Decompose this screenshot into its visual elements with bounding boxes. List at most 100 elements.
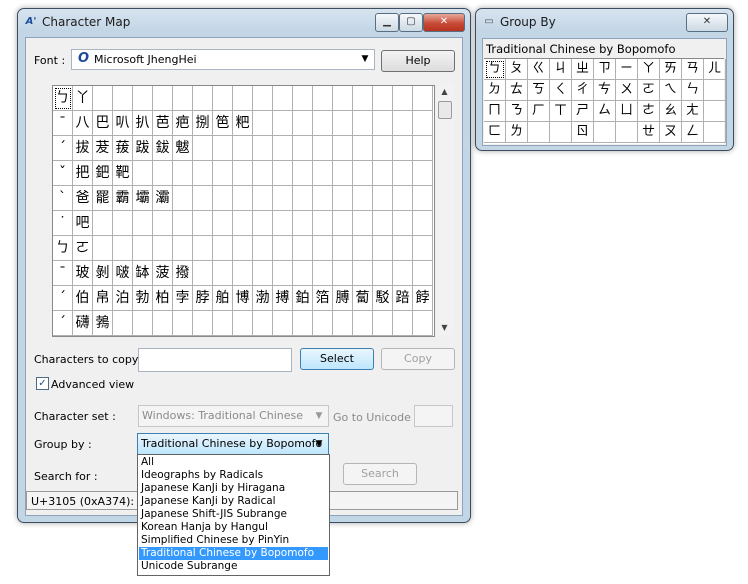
char-cell[interactable]: [113, 311, 133, 336]
group-by-title-bar[interactable]: ▭ Group By ✕: [476, 9, 733, 35]
char-cell[interactable]: [293, 186, 313, 211]
char-cell[interactable]: ㄅ: [53, 86, 73, 111]
char-cell[interactable]: [353, 111, 373, 136]
char-cell[interactable]: 灞: [153, 186, 173, 211]
char-cell[interactable]: [373, 211, 393, 236]
bopomofo-cell[interactable]: ㄡ: [660, 122, 682, 143]
char-cell[interactable]: ㄅ: [53, 236, 73, 261]
char-cell[interactable]: [353, 236, 373, 261]
char-cell[interactable]: [113, 236, 133, 261]
bopomofo-cell[interactable]: ㄌ: [506, 122, 528, 143]
bopomofo-cell[interactable]: ㄖ: [572, 122, 594, 143]
dropdown-option[interactable]: Traditional Chinese by Bopomofo: [139, 547, 328, 560]
char-cell[interactable]: [193, 211, 213, 236]
advanced-view-checkbox[interactable]: ✓: [36, 377, 49, 390]
bopomofo-cell[interactable]: ㄜ: [638, 101, 660, 122]
char-cell[interactable]: [373, 161, 393, 186]
select-button[interactable]: Select: [300, 348, 374, 370]
dropdown-option[interactable]: Ideographs by Radicals: [139, 469, 328, 482]
bopomofo-cell[interactable]: [594, 122, 616, 143]
char-cell[interactable]: 拔: [73, 136, 93, 161]
bopomofo-cell[interactable]: ㄋ: [506, 101, 528, 122]
char-cell[interactable]: [253, 311, 273, 336]
char-cell[interactable]: [153, 161, 173, 186]
char-cell[interactable]: [233, 86, 253, 111]
char-cell[interactable]: [173, 311, 193, 336]
char-cell[interactable]: [333, 161, 353, 186]
close-button[interactable]: ✕: [423, 13, 465, 32]
char-cell[interactable]: [233, 236, 253, 261]
char-cell[interactable]: 剝: [93, 261, 113, 286]
char-cell[interactable]: ㄛ: [73, 236, 93, 261]
char-cell[interactable]: ˙: [53, 211, 73, 236]
char-cell[interactable]: [373, 86, 393, 111]
char-cell[interactable]: ˊ: [53, 286, 73, 311]
bopomofo-cell[interactable]: ㄏ: [528, 101, 550, 122]
character-set-combo[interactable]: Windows: Traditional Chinese ▼: [138, 405, 329, 427]
char-cell[interactable]: [113, 86, 133, 111]
char-cell[interactable]: [193, 311, 213, 336]
char-cell[interactable]: [393, 111, 413, 136]
char-cell[interactable]: [313, 111, 333, 136]
char-cell[interactable]: [253, 111, 273, 136]
char-cell[interactable]: 鈸: [153, 136, 173, 161]
minimize-button[interactable]: ▁: [375, 13, 399, 32]
dropdown-option[interactable]: Japanese Shift-JIS Subrange: [139, 508, 328, 521]
char-cell[interactable]: [153, 86, 173, 111]
char-cell[interactable]: [233, 261, 253, 286]
char-cell[interactable]: [213, 261, 233, 286]
char-cell[interactable]: [213, 311, 233, 336]
char-cell[interactable]: 把: [73, 161, 93, 186]
char-cell[interactable]: 霸: [113, 186, 133, 211]
maximize-button[interactable]: ▢: [399, 13, 423, 32]
bopomofo-cell[interactable]: ㄛ: [638, 80, 660, 101]
bopomofo-cell[interactable]: ㄣ: [682, 80, 704, 101]
char-cell[interactable]: [313, 161, 333, 186]
char-cell[interactable]: 芭: [153, 111, 173, 136]
char-cell[interactable]: 勃: [133, 286, 153, 311]
char-cell[interactable]: [93, 236, 113, 261]
char-cell[interactable]: [313, 311, 333, 336]
dropdown-option[interactable]: Japanese KanJi by Hiragana: [139, 482, 328, 495]
bopomofo-cell[interactable]: ㄉ: [484, 80, 506, 101]
char-cell[interactable]: ˉ: [53, 111, 73, 136]
bopomofo-cell[interactable]: [704, 80, 726, 101]
char-cell[interactable]: [393, 211, 413, 236]
char-cell[interactable]: [273, 86, 293, 111]
char-cell[interactable]: [273, 136, 293, 161]
scroll-thumb[interactable]: [438, 101, 452, 119]
char-cell[interactable]: [193, 186, 213, 211]
bopomofo-cell[interactable]: [704, 101, 726, 122]
char-cell[interactable]: [293, 161, 313, 186]
bopomofo-cell[interactable]: ㄓ: [572, 59, 594, 80]
char-cell[interactable]: 蔔: [353, 286, 373, 311]
char-cell[interactable]: [133, 86, 153, 111]
char-cell[interactable]: [253, 161, 273, 186]
char-cell[interactable]: [253, 236, 273, 261]
bopomofo-cell[interactable]: ㄕ: [572, 101, 594, 122]
bopomofo-cell[interactable]: ㄍ: [528, 59, 550, 80]
char-cell[interactable]: [213, 136, 233, 161]
goto-unicode-input[interactable]: [414, 405, 453, 427]
char-cell[interactable]: [273, 186, 293, 211]
char-cell[interactable]: 膊: [333, 286, 353, 311]
char-cell[interactable]: 帛: [93, 286, 113, 311]
char-cell[interactable]: 舶: [213, 286, 233, 311]
char-cell[interactable]: [233, 186, 253, 211]
char-cell[interactable]: 踣: [393, 286, 413, 311]
char-cell[interactable]: [413, 311, 433, 336]
char-cell[interactable]: [313, 186, 333, 211]
char-cell[interactable]: ˋ: [53, 186, 73, 211]
bopomofo-cell[interactable]: ㄨ: [616, 80, 638, 101]
char-cell[interactable]: [413, 261, 433, 286]
dropdown-option[interactable]: Unicode Subrange: [139, 560, 328, 573]
bopomofo-cell[interactable]: ㄇ: [484, 101, 506, 122]
char-cell[interactable]: [213, 186, 233, 211]
char-cell[interactable]: [413, 236, 433, 261]
char-cell[interactable]: 捌: [193, 111, 213, 136]
char-cell[interactable]: [233, 136, 253, 161]
char-cell[interactable]: [253, 186, 273, 211]
bopomofo-cell[interactable]: ㄢ: [682, 59, 704, 80]
font-combo[interactable]: O Microsoft JhengHei ▼: [71, 49, 375, 70]
dropdown-option[interactable]: Japanese KanJi by Radical: [139, 495, 328, 508]
